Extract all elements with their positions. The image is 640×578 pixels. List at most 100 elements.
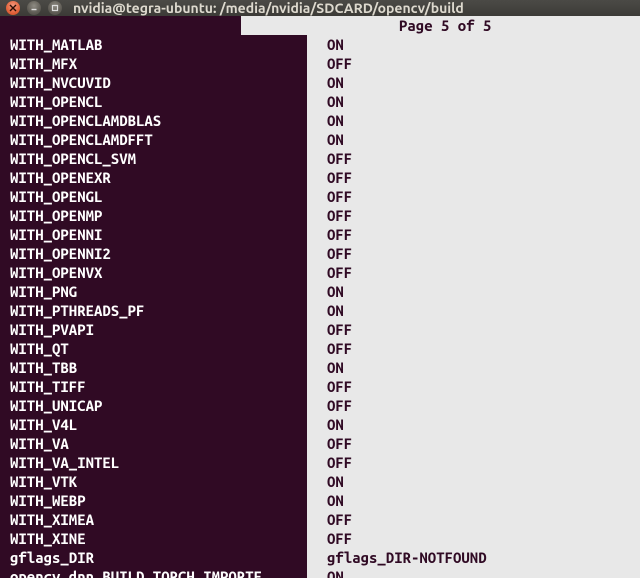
config-value: ON xyxy=(307,472,640,491)
config-row[interactable]: WITH_OPENCLON xyxy=(0,92,640,111)
config-key: WITH_VA_INTEL xyxy=(0,453,307,472)
config-value: ON xyxy=(307,567,640,578)
config-key: WITH_PTHREADS_PF xyxy=(0,301,307,320)
config-key: WITH_MATLAB xyxy=(0,35,307,54)
config-row[interactable]: WITH_XIMEAOFF xyxy=(0,510,640,529)
config-value: gflags_DIR-NOTFOUND xyxy=(307,548,640,567)
config-row[interactable]: WITH_OPENNIOFF xyxy=(0,225,640,244)
config-value: OFF xyxy=(307,320,640,339)
config-key: WITH_OPENEXR xyxy=(0,168,307,187)
config-row[interactable]: WITH_OPENEXROFF xyxy=(0,168,640,187)
config-key: gflags_DIR xyxy=(0,548,307,567)
config-key: WITH_MFX xyxy=(0,54,307,73)
terminal-area[interactable]: Page 5 of 5 WITH_MATLABONWITH_MFXOFFWITH… xyxy=(0,16,640,578)
config-value: OFF xyxy=(307,339,640,358)
window-title: nvidia@tegra-ubuntu: /media/nvidia/SDCAR… xyxy=(73,0,464,16)
config-row[interactable]: opencv_dnn_BUILD_TORCH_IMPORTEON xyxy=(0,567,640,578)
config-value: ON xyxy=(307,301,640,320)
config-key: WITH_PNG xyxy=(0,282,307,301)
config-value: OFF xyxy=(307,529,640,548)
config-row[interactable]: WITH_OPENMPOFF xyxy=(0,206,640,225)
config-key: WITH_PVAPI xyxy=(0,320,307,339)
config-value: OFF xyxy=(307,206,640,225)
config-key: WITH_OPENGL xyxy=(0,187,307,206)
config-value: ON xyxy=(307,415,640,434)
config-value: ON xyxy=(307,358,640,377)
close-icon xyxy=(9,4,17,12)
config-row[interactable]: WITH_PVAPIOFF xyxy=(0,320,640,339)
window-close-button[interactable] xyxy=(6,1,20,15)
config-key: WITH_OPENCL_SVM xyxy=(0,149,307,168)
config-value: OFF xyxy=(307,453,640,472)
config-row[interactable]: WITH_PNGON xyxy=(0,282,640,301)
config-row[interactable]: WITH_TIFFOFF xyxy=(0,377,640,396)
config-row[interactable]: WITH_VAOFF xyxy=(0,434,640,453)
config-row[interactable]: WITH_V4LON xyxy=(0,415,640,434)
config-row[interactable]: WITH_WEBPON xyxy=(0,491,640,510)
config-value: OFF xyxy=(307,225,640,244)
window-maximize-button[interactable] xyxy=(48,1,62,15)
config-value: ON xyxy=(307,282,640,301)
config-value: OFF xyxy=(307,244,640,263)
config-row[interactable]: WITH_NVCUVIDON xyxy=(0,73,640,92)
config-key: WITH_QT xyxy=(0,339,307,358)
config-key: WITH_V4L xyxy=(0,415,307,434)
config-row[interactable]: WITH_OPENCLAMDBLASON xyxy=(0,111,640,130)
config-row[interactable]: WITH_QTOFF xyxy=(0,339,640,358)
config-row[interactable]: WITH_VTKON xyxy=(0,472,640,491)
config-key: WITH_OPENCLAMDBLAS xyxy=(0,111,307,130)
config-value: OFF xyxy=(307,187,640,206)
config-key: WITH_TIFF xyxy=(0,377,307,396)
config-key: WITH_TBB xyxy=(0,358,307,377)
config-key: WITH_WEBP xyxy=(0,491,307,510)
window-minimize-button[interactable] xyxy=(27,1,41,15)
minimize-icon xyxy=(30,4,38,12)
config-row[interactable]: WITH_XINEOFF xyxy=(0,529,640,548)
config-value: ON xyxy=(307,73,640,92)
config-key: WITH_XIMEA xyxy=(0,510,307,529)
config-rows: WITH_MATLABONWITH_MFXOFFWITH_NVCUVIDONWI… xyxy=(0,35,640,578)
config-key: WITH_OPENCL xyxy=(0,92,307,111)
config-row[interactable]: gflags_DIRgflags_DIR-NOTFOUND xyxy=(0,548,640,567)
maximize-icon xyxy=(51,4,59,12)
config-value: ON xyxy=(307,111,640,130)
config-value: OFF xyxy=(307,149,640,168)
config-value: ON xyxy=(307,92,640,111)
config-key: opencv_dnn_BUILD_TORCH_IMPORTE xyxy=(0,567,307,578)
config-key: WITH_OPENVX xyxy=(0,263,307,282)
config-key: WITH_NVCUVID xyxy=(0,73,307,92)
page-indicator: Page 5 of 5 xyxy=(241,16,640,35)
config-value: OFF xyxy=(307,434,640,453)
config-value: OFF xyxy=(307,263,640,282)
config-value: OFF xyxy=(307,510,640,529)
config-row[interactable]: WITH_PTHREADS_PFON xyxy=(0,301,640,320)
terminal-window: nvidia@tegra-ubuntu: /media/nvidia/SDCAR… xyxy=(0,0,640,578)
titlebar[interactable]: nvidia@tegra-ubuntu: /media/nvidia/SDCAR… xyxy=(0,0,640,16)
config-row[interactable]: WITH_OPENGLOFF xyxy=(0,187,640,206)
config-key: WITH_VA xyxy=(0,434,307,453)
config-value: ON xyxy=(307,491,640,510)
config-row[interactable]: WITH_MFXOFF xyxy=(0,54,640,73)
config-key: WITH_VTK xyxy=(0,472,307,491)
config-value: ON xyxy=(307,130,640,149)
config-row[interactable]: WITH_OPENNI2OFF xyxy=(0,244,640,263)
config-row[interactable]: WITH_TBBON xyxy=(0,358,640,377)
config-value: OFF xyxy=(307,396,640,415)
config-key: WITH_UNICAP xyxy=(0,396,307,415)
config-value: ON xyxy=(307,35,640,54)
config-value: OFF xyxy=(307,168,640,187)
config-key: WITH_OPENNI2 xyxy=(0,244,307,263)
config-key: WITH_OPENMP xyxy=(0,206,307,225)
config-key: WITH_XINE xyxy=(0,529,307,548)
config-row[interactable]: WITH_VA_INTELOFF xyxy=(0,453,640,472)
config-value: OFF xyxy=(307,54,640,73)
page-indicator-row: Page 5 of 5 xyxy=(0,16,640,35)
config-row[interactable]: WITH_OPENCLAMDFFTON xyxy=(0,130,640,149)
config-row[interactable]: WITH_OPENVXOFF xyxy=(0,263,640,282)
config-key: WITH_OPENCLAMDFFT xyxy=(0,130,307,149)
config-key: WITH_OPENNI xyxy=(0,225,307,244)
config-row[interactable]: WITH_OPENCL_SVMOFF xyxy=(0,149,640,168)
config-row[interactable]: WITH_MATLABON xyxy=(0,35,640,54)
config-row[interactable]: WITH_UNICAPOFF xyxy=(0,396,640,415)
config-value: OFF xyxy=(307,377,640,396)
